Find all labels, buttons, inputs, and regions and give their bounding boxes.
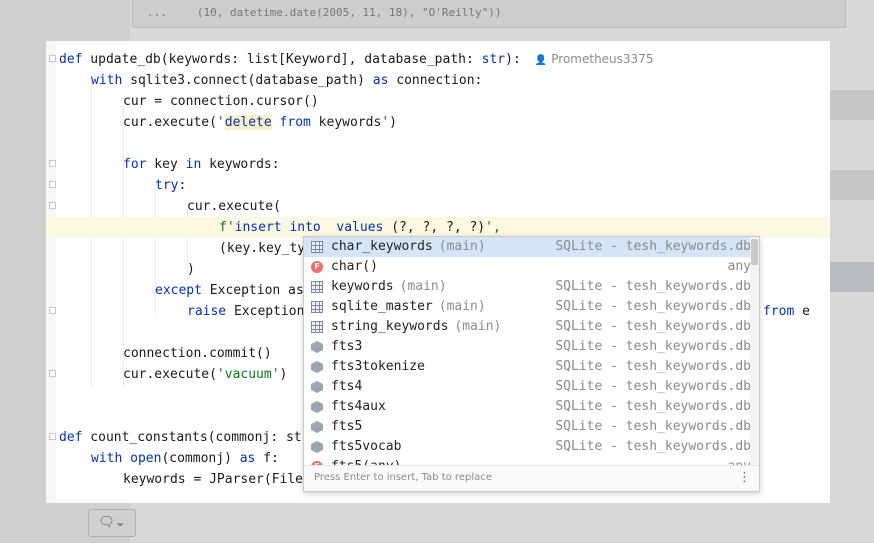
completion-popup[interactable]: char_keywords (main) SQLite - tesh_keyword…	[303, 236, 760, 492]
completion-item-source: SQLite - tesh_keywords.db	[555, 359, 751, 374]
completion-item[interactable]: fts5 SQLite - tesh_keywords.db	[304, 417, 751, 437]
completion-item-name: char()	[331, 259, 378, 274]
completion-list[interactable]: char_keywords (main) SQLite - tesh_keyword…	[304, 237, 751, 465]
completion-item[interactable]: fts4aux SQLite - tesh_keywords.db	[304, 397, 751, 417]
background-code-cell: ... (10, datetime.date(2005, 11, 18), "O'…	[132, 0, 846, 28]
completion-item[interactable]: fts3tokenize SQLite - tesh_keywords.db	[304, 357, 751, 377]
comment-chevron-icon: 🗨⌄	[98, 515, 126, 530]
completion-item[interactable]: fts5vocab SQLite - tesh_keywords.db	[304, 437, 751, 457]
completion-item[interactable]: char_keywords (main) SQLite - tesh_keyword…	[304, 237, 751, 257]
completion-item[interactable]: fts4 SQLite - tesh_keywords.db	[304, 377, 751, 397]
code-line: with sqlite3.connect(database_path) as c…	[91, 73, 483, 88]
person-icon: 👤	[534, 55, 548, 66]
completion-item-schema: (main)	[438, 239, 486, 254]
fold-marker-icon[interactable]	[49, 160, 56, 167]
completion-item-source: SQLite - tesh_keywords.db	[555, 279, 751, 294]
fold-marker-icon[interactable]	[49, 202, 56, 209]
completion-item-source: SQLite - tesh_keywords.db	[555, 239, 751, 254]
completion-item-source: any	[727, 259, 751, 274]
code-line: except Exception as	[155, 283, 304, 298]
completion-item-name: sqlite_master (main)	[331, 299, 486, 314]
completion-item-name: fts5vocab	[331, 439, 402, 454]
completion-item-name: fts3	[331, 339, 363, 354]
fold-marker-icon[interactable]	[49, 307, 56, 314]
author-annotation[interactable]: 👤 Prometheus3375	[535, 52, 654, 66]
module-icon	[311, 421, 323, 433]
completion-item-source: SQLite - tesh_keywords.db	[555, 319, 751, 334]
fold-marker-icon[interactable]	[49, 55, 56, 62]
completion-item[interactable]: Fchar() any	[304, 257, 751, 277]
completion-item-name: string_keywords (main)	[331, 319, 502, 334]
kebab-menu-icon[interactable]: ⋮	[738, 466, 751, 490]
completion-item-name: fts4	[331, 379, 363, 394]
scrollbar-thumb[interactable]	[751, 239, 758, 265]
code-line: connection.commit()	[123, 346, 272, 361]
table-icon	[311, 321, 323, 333]
module-icon	[311, 381, 323, 393]
background-code-text: (10, datetime.date(2005, 11, 18), "O'Rei…	[196, 6, 502, 19]
completion-item-source: SQLite - tesh_keywords.db	[555, 379, 751, 394]
code-line: raise Exception	[187, 304, 305, 319]
completion-item[interactable]: string_keywords (main) SQLite - tesh_keywo…	[304, 317, 751, 337]
table-icon	[311, 301, 323, 313]
module-icon	[311, 341, 323, 353]
completion-item-name: fts3tokenize	[331, 359, 425, 374]
completion-item-source: SQLite - tesh_keywords.db	[555, 439, 751, 454]
current-code-line: f'insert into values (?, ?, ?, ?)',	[46, 217, 830, 238]
fold-marker-icon[interactable]	[49, 370, 56, 377]
code-line: cur.execute(	[187, 199, 281, 214]
code-line: cur.execute('vacuum')	[123, 367, 288, 382]
completion-item-name: keywords (main)	[331, 279, 447, 294]
background-stripe	[830, 170, 874, 200]
comment-button[interactable]: 🗨⌄	[88, 509, 136, 537]
fold-marker-icon[interactable]	[49, 433, 56, 440]
completion-item-source: SQLite - tesh_keywords.db	[555, 339, 751, 354]
code-line: cur = connection.cursor()	[123, 94, 319, 109]
table-icon	[311, 281, 323, 293]
code-line: def update_db(keywords: list[Keyword], d…	[59, 52, 654, 67]
completion-item-name: fts5(any)	[331, 457, 401, 465]
module-icon	[311, 361, 323, 373]
completion-item-schema: (main)	[454, 319, 502, 334]
completion-item[interactable]: sqlite_master (main) SQLite - tesh_keyword…	[304, 297, 751, 317]
completion-item-name: fts4aux	[331, 399, 386, 414]
completion-item-source: any	[728, 457, 751, 465]
table-icon	[311, 241, 323, 253]
module-icon	[311, 441, 323, 453]
code-line-tail: from e	[763, 304, 810, 319]
completion-hint: Press Enter to insert, Tab to replace	[314, 472, 492, 483]
background-stripe	[830, 90, 874, 120]
function-icon: F	[311, 261, 323, 273]
code-line: keywords = JParser(File	[123, 472, 304, 487]
code-line: )	[187, 262, 195, 277]
code-line: (key.key_ty	[219, 241, 306, 256]
module-icon	[311, 401, 323, 413]
completion-item-source: SQLite - tesh_keywords.db	[555, 299, 751, 314]
code-line: cur.execute('delete from keywords')	[123, 115, 397, 130]
code-line: for key in keywords:	[123, 157, 280, 172]
background-stripe	[830, 262, 874, 292]
code-line: try:	[155, 178, 187, 193]
completion-item-name: fts5	[331, 419, 363, 434]
completion-item-name: char_keywords (main)	[331, 239, 486, 254]
completion-item-schema: (main)	[399, 279, 447, 294]
ellipsis-prefix: ...	[147, 6, 167, 19]
completion-item[interactable]: Ffts5(any)any	[304, 457, 751, 465]
completion-item-source: SQLite - tesh_keywords.db	[555, 419, 751, 434]
completion-footer: Press Enter to insert, Tab to replace ⋮	[304, 465, 759, 491]
fold-marker-icon[interactable]	[49, 181, 56, 188]
code-line: def count_constants(commonj: st	[59, 430, 302, 445]
code-line: with open(commonj) as f:	[91, 451, 279, 466]
completion-item-source: SQLite - tesh_keywords.db	[555, 399, 751, 414]
completion-item[interactable]: keywords (main) SQLite - tesh_keywords.db	[304, 277, 751, 297]
completion-item-schema: (main)	[438, 299, 486, 314]
completion-scrollbar[interactable]	[750, 237, 759, 465]
completion-item[interactable]: fts3 SQLite - tesh_keywords.db	[304, 337, 751, 357]
